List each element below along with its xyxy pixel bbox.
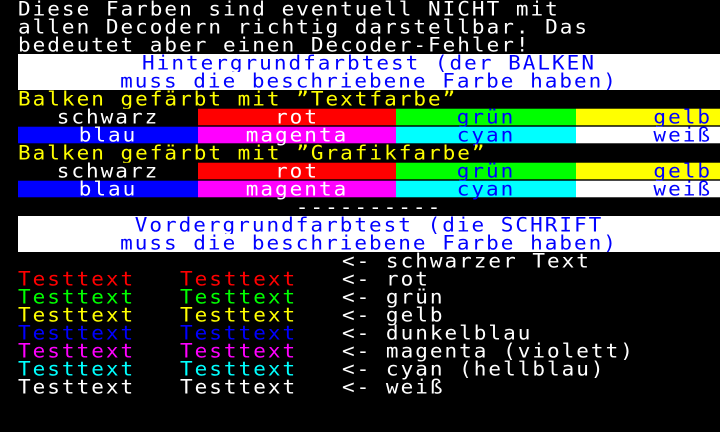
gbar-yellow: gelb xyxy=(576,161,720,181)
sample-text: Testtext xyxy=(18,375,136,399)
gbar-black: schwarz xyxy=(18,161,198,181)
sample-text: Testtext xyxy=(180,321,298,345)
sample-text: Testtext xyxy=(180,375,298,399)
bar-cyan: cyan xyxy=(396,125,576,145)
separator: ---------- xyxy=(295,195,443,219)
bg-test-title: Hintergrundfarbtest (der BALKEN xyxy=(142,51,596,75)
fg-line-black-text: Testtext Testtext <- schwarzer Text xyxy=(18,249,720,273)
gbar-red: rot xyxy=(198,161,396,181)
fg-test-subtitle: muss die beschriebene Farbe haben) xyxy=(120,231,618,255)
sample-text: Testtext xyxy=(18,303,136,327)
sample-black-1: Testtext xyxy=(18,249,136,273)
fg-line-text: Testtext Testtext <- magenta (violett) xyxy=(18,339,720,363)
bar-blue: blau xyxy=(18,125,198,145)
gbar-white: weiß xyxy=(576,179,720,199)
intro-text-1: Diese Farben sind eventuell NICHT mit xyxy=(18,0,560,21)
fg-line-text: Testtext Testtext <- weiß xyxy=(18,375,720,399)
gbar-magenta: magenta xyxy=(198,179,396,199)
sample-text: Testtext xyxy=(18,285,136,309)
sample-text: Testtext xyxy=(180,357,298,381)
gbar-blue: blau xyxy=(18,179,198,199)
intro-text-3: bedeutet aber einen Decoder-Fehler! xyxy=(18,33,531,57)
fg-line-text: Testtext Testtext <- grün xyxy=(18,285,720,309)
sample-black-2: Testtext xyxy=(180,249,298,273)
bar-red: rot xyxy=(198,107,396,127)
gbar-cyan: cyan xyxy=(396,179,576,199)
gbar-green: grün xyxy=(396,161,576,181)
fg-line-text: Testtext Testtext <- dunkelblau xyxy=(18,321,720,345)
fg-line: Testtext Testtext <- weiß xyxy=(18,375,720,399)
bar-white: weiß xyxy=(576,125,720,145)
sample-text: Testtext xyxy=(180,267,298,291)
bar-magenta: magenta xyxy=(198,125,396,145)
sample-text: Testtext xyxy=(18,321,136,345)
sample-text: Testtext xyxy=(180,339,298,363)
sample-text: Testtext xyxy=(18,267,136,291)
teletext-color-test-page: Diese Farben sind eventuell NICHT mit al… xyxy=(0,0,720,432)
fg-line-text: Testtext Testtext <- gelb xyxy=(18,303,720,327)
sample-text: Testtext xyxy=(180,285,298,309)
fg-line-text: Testtext Testtext <- cyan (hellblau) xyxy=(18,357,720,381)
bar-green: grün xyxy=(396,107,576,127)
sample-text: Testtext xyxy=(18,339,136,363)
graphic-color-label: Balken gefärbt mit ”Grafikfarbe” xyxy=(18,141,487,165)
bar-yellow: gelb xyxy=(576,107,720,127)
fg-test-title: Vordergrundfarbtest (die SCHRIFT xyxy=(134,213,604,237)
text-color-label: Balken gefärbt mit ”Textfarbe” xyxy=(18,87,458,111)
color-label: <- weiß xyxy=(342,375,445,399)
bg-test-subtitle: muss die beschriebene Farbe haben) xyxy=(120,69,618,93)
sample-text: Testtext xyxy=(18,357,136,381)
bar-black: schwarz xyxy=(18,107,198,127)
intro-text-2: allen Decodern richtig darstellbar. Das xyxy=(18,15,590,39)
sample-text: Testtext xyxy=(180,303,298,327)
fg-line-text: Testtext Testtext <- rot xyxy=(18,267,720,291)
